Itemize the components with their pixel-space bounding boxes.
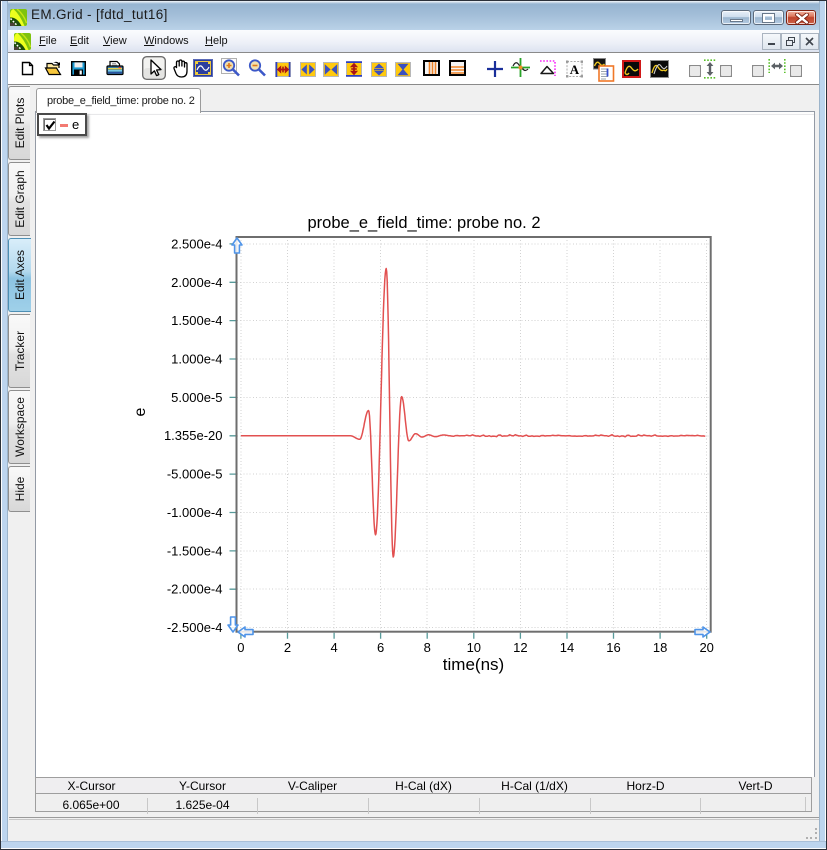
svg-text:16: 16 <box>606 640 620 655</box>
svg-text:12: 12 <box>513 640 527 655</box>
svg-text:20: 20 <box>699 640 713 655</box>
svg-text:14: 14 <box>560 640 574 655</box>
svg-text:A: A <box>570 62 580 77</box>
svg-text:e: e <box>132 407 149 416</box>
svg-text:6: 6 <box>377 640 384 655</box>
svg-text:4: 4 <box>330 640 337 655</box>
svg-text:time(ns): time(ns) <box>443 655 504 674</box>
svg-text:2.000e-4: 2.000e-4 <box>171 275 222 290</box>
svg-text:-2.500e-4: -2.500e-4 <box>167 620 223 635</box>
svg-text:-2.000e-4: -2.000e-4 <box>167 582 223 597</box>
svg-text:10: 10 <box>467 640 481 655</box>
svg-text:5.000e-5: 5.000e-5 <box>171 390 222 405</box>
svg-text:-1.500e-4: -1.500e-4 <box>167 543 223 558</box>
svg-text:2: 2 <box>284 640 291 655</box>
svg-text:8: 8 <box>424 640 431 655</box>
svg-text:-1.000e-4: -1.000e-4 <box>167 505 223 520</box>
svg-text:2.500e-4: 2.500e-4 <box>171 236 222 251</box>
svg-text:1.355e-20: 1.355e-20 <box>164 428 223 443</box>
svg-text:18: 18 <box>653 640 667 655</box>
svg-text:-5.000e-5: -5.000e-5 <box>167 467 223 482</box>
svg-text:0: 0 <box>237 640 244 655</box>
svg-text:1.500e-4: 1.500e-4 <box>171 313 222 328</box>
svg-text:probe_e_field_time: probe no.: probe_e_field_time: probe no. 2 <box>308 214 541 232</box>
svg-text:1.000e-4: 1.000e-4 <box>171 352 222 367</box>
